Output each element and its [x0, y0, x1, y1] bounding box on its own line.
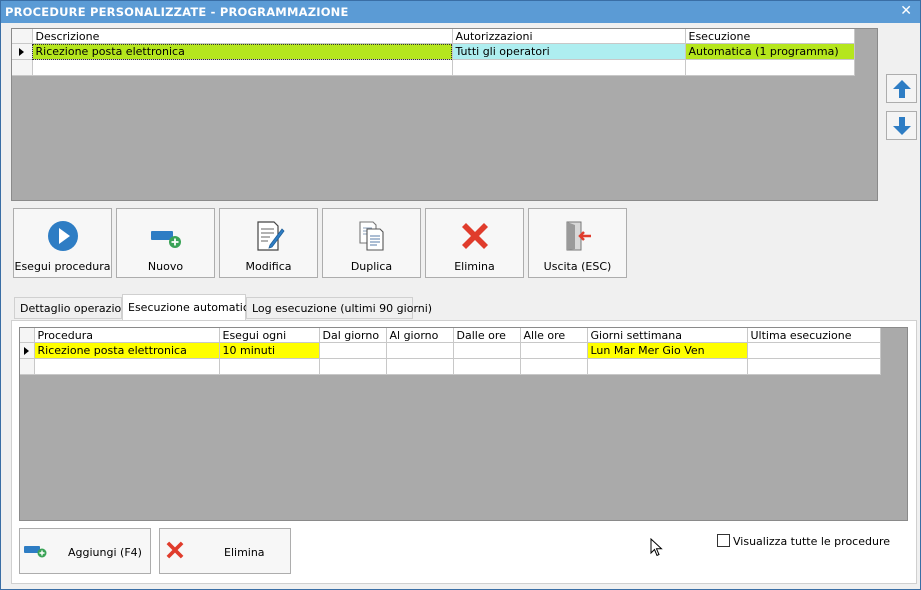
- add-schedule-label: Aggiungi (F4): [68, 546, 142, 559]
- cell-empty[interactable]: [34, 358, 220, 375]
- duplicate-label: Duplica: [350, 260, 393, 273]
- duplicate-button[interactable]: Duplica: [322, 208, 421, 278]
- delete-x-icon: [462, 223, 488, 249]
- cell-empty[interactable]: [587, 358, 748, 375]
- add-item-icon: [151, 231, 181, 248]
- procedures-grid-area: Descrizione Autorizzazioni Esecuzione Ri…: [11, 28, 878, 201]
- row-indicator-empty: [12, 59, 33, 76]
- title-bar: PROCEDURE PERSONALIZZATE - PROGRAMMAZION…: [1, 1, 920, 23]
- close-icon[interactable]: ✕: [900, 3, 912, 19]
- move-down-button[interactable]: [886, 111, 917, 140]
- tab-esecuzione-automatica[interactable]: Esecuzione automatica: [122, 294, 256, 321]
- cell-alle-ore[interactable]: [520, 342, 588, 359]
- cell-empty[interactable]: [32, 59, 453, 76]
- column-header-dal-giorno[interactable]: Dal giorno: [319, 328, 387, 343]
- edit-label: Modifica: [245, 260, 292, 273]
- schedule-header-row: Procedura Esegui ogni Dal giorno Al gior…: [20, 328, 881, 343]
- tab-log-esecuzione[interactable]: Log esecuzione (ultimi 90 giorni): [246, 297, 432, 319]
- column-header-esecuzione[interactable]: Esecuzione: [685, 29, 855, 44]
- show-all-procedures-checkbox[interactable]: Visualizza tutte le procedure: [717, 534, 890, 548]
- arrow-up-icon: [893, 80, 911, 98]
- cell-ultima-esecuzione[interactable]: [747, 342, 881, 359]
- cell-dal-giorno[interactable]: [319, 342, 387, 359]
- cell-empty[interactable]: [452, 59, 686, 76]
- schedule-grid: Procedura Esegui ogni Dal giorno Al gior…: [20, 328, 881, 375]
- checkbox-box[interactable]: [717, 534, 730, 547]
- cell-esegui-ogni[interactable]: 10 minuti: [219, 342, 320, 359]
- schedule-grid-area: Procedura Esegui ogni Dal giorno Al gior…: [19, 327, 908, 521]
- row-indicator-empty: [20, 358, 35, 375]
- exit-button[interactable]: Uscita (ESC): [528, 208, 627, 278]
- delete-x-icon: [166, 541, 184, 559]
- delete-label: Elimina: [454, 260, 495, 273]
- cell-esecuzione[interactable]: Automatica (1 programma): [685, 43, 855, 60]
- row-indicator-icon: [20, 342, 35, 359]
- cell-autorizzazioni[interactable]: Tutti gli operatori: [452, 43, 686, 60]
- run-procedure-label: Esegui procedura: [14, 260, 111, 273]
- cell-empty[interactable]: [747, 358, 881, 375]
- procedures-grid: Descrizione Autorizzazioni Esecuzione Ri…: [12, 29, 855, 76]
- edit-document-icon: [257, 221, 285, 251]
- cell-empty[interactable]: [319, 358, 387, 375]
- play-icon: [48, 221, 78, 251]
- exit-door-icon: [566, 221, 591, 251]
- arrow-down-icon: [893, 117, 911, 135]
- cell-empty[interactable]: [453, 358, 521, 375]
- show-all-procedures-label: Visualizza tutte le procedure: [733, 535, 890, 548]
- new-button[interactable]: Nuovo: [116, 208, 215, 278]
- run-procedure-button[interactable]: Esegui procedura: [13, 208, 112, 278]
- duplicate-icon: [359, 221, 384, 251]
- column-header-dalle-ore[interactable]: Dalle ore: [453, 328, 521, 343]
- row-indicator-icon: [12, 43, 33, 60]
- cell-giorni-settimana[interactable]: Lun Mar Mer Gio Ven: [587, 342, 748, 359]
- add-item-icon: [24, 546, 47, 558]
- column-header-autorizzazioni[interactable]: Autorizzazioni: [452, 29, 686, 44]
- column-header-procedura[interactable]: Procedura: [34, 328, 220, 343]
- cell-empty[interactable]: [219, 358, 320, 375]
- cell-descrizione[interactable]: Ricezione posta elettronica: [32, 43, 453, 60]
- table-row-empty[interactable]: [20, 358, 881, 375]
- row-indicator-header: [12, 29, 33, 44]
- row-indicator-header: [20, 328, 35, 343]
- column-header-esegui-ogni[interactable]: Esegui ogni: [219, 328, 320, 343]
- cell-procedura[interactable]: Ricezione posta elettronica: [34, 342, 220, 359]
- delete-button[interactable]: Elimina: [425, 208, 524, 278]
- cell-al-giorno[interactable]: [386, 342, 454, 359]
- table-row-empty[interactable]: [12, 59, 855, 76]
- column-header-al-giorno[interactable]: Al giorno: [386, 328, 454, 343]
- exit-label: Uscita (ESC): [543, 260, 612, 273]
- delete-schedule-button[interactable]: Elimina: [159, 528, 291, 574]
- cell-empty[interactable]: [520, 358, 588, 375]
- move-up-button[interactable]: [886, 74, 917, 103]
- delete-schedule-label: Elimina: [224, 546, 265, 559]
- tab-dettaglio-operazioni[interactable]: Dettaglio operazioni: [14, 297, 131, 319]
- column-header-alle-ore[interactable]: Alle ore: [520, 328, 588, 343]
- new-label: Nuovo: [147, 260, 184, 273]
- procedures-header-row: Descrizione Autorizzazioni Esecuzione: [12, 29, 855, 44]
- cell-empty[interactable]: [386, 358, 454, 375]
- main-window: PROCEDURE PERSONALIZZATE - PROGRAMMAZION…: [0, 0, 921, 590]
- mouse-cursor-icon: [650, 538, 663, 557]
- table-row[interactable]: Ricezione posta elettronica Tutti gli op…: [12, 43, 855, 60]
- edit-button[interactable]: Modifica: [219, 208, 318, 278]
- cell-empty[interactable]: [685, 59, 855, 76]
- column-header-giorni-settimana[interactable]: Giorni settimana: [587, 328, 748, 343]
- window-title: PROCEDURE PERSONALIZZATE - PROGRAMMAZION…: [5, 5, 349, 19]
- cell-dalle-ore[interactable]: [453, 342, 521, 359]
- table-row[interactable]: Ricezione posta elettronica 10 minuti Lu…: [20, 342, 881, 359]
- add-schedule-button[interactable]: Aggiungi (F4): [19, 528, 151, 574]
- column-header-descrizione[interactable]: Descrizione: [32, 29, 453, 44]
- column-header-ultima-esecuzione[interactable]: Ultima esecuzione: [747, 328, 881, 343]
